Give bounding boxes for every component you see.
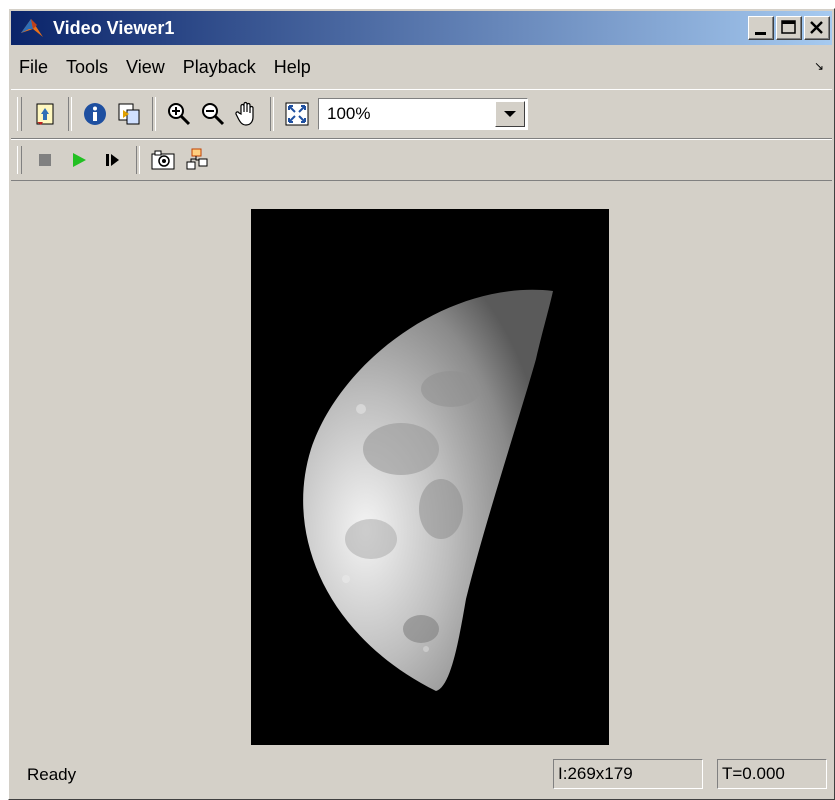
menu-file[interactable]: File — [11, 57, 58, 78]
pan-hand-icon — [235, 101, 254, 126]
time-value: T=0.000 — [722, 764, 785, 783]
toolbar-separator — [68, 97, 72, 131]
minimize-icon — [755, 32, 766, 35]
stop-button[interactable] — [28, 143, 62, 177]
zoom-level-value: 100% — [327, 104, 371, 123]
snapshot-button[interactable] — [146, 143, 180, 177]
snapshot-icon — [151, 150, 175, 170]
stop-icon — [39, 154, 51, 166]
open-in-editor-button[interactable] — [28, 97, 62, 131]
toolbar-separator — [270, 97, 274, 131]
play-button[interactable] — [62, 143, 96, 177]
zoom-in-button[interactable] — [162, 97, 196, 131]
menu-playback[interactable]: Playback — [175, 57, 266, 78]
info-button[interactable] — [78, 97, 112, 131]
toolbar-grip[interactable] — [17, 97, 22, 131]
status-bar: Ready I:269x179 T=0.000 — [11, 755, 832, 795]
zoom-level-select[interactable]: 100% — [318, 98, 528, 130]
dock-arrow-icon[interactable]: ↘ — [814, 59, 824, 73]
close-button[interactable] — [804, 16, 830, 40]
open-in-editor-icon — [36, 103, 54, 125]
menu-bar: File Tools View Playback Help ↘ — [11, 49, 832, 85]
image-info-value: I:269x179 — [558, 764, 633, 783]
fit-to-view-button[interactable] — [280, 97, 314, 131]
maximize-icon — [781, 20, 796, 34]
playback-toolbar — [11, 139, 832, 181]
zoom-out-icon — [202, 103, 225, 126]
video-frame[interactable] — [251, 209, 609, 745]
minimize-button[interactable] — [748, 16, 774, 40]
zoom-in-icon — [168, 103, 191, 126]
title-bar[interactable]: Video Viewer1 — [11, 11, 832, 45]
menu-tools[interactable]: Tools — [58, 57, 118, 78]
fit-to-view-icon — [285, 102, 309, 126]
zoom-out-button[interactable] — [196, 97, 230, 131]
zoom-dropdown-button[interactable] — [495, 101, 525, 127]
highlight-block-button[interactable] — [180, 143, 214, 177]
video-display-area[interactable] — [11, 181, 832, 749]
chevron-down-icon — [504, 111, 516, 117]
maximize-button[interactable] — [776, 16, 802, 40]
status-text: Ready — [27, 765, 77, 784]
export-button[interactable] — [112, 97, 146, 131]
matlab-logo-icon — [21, 19, 43, 37]
time-field: T=0.000 — [717, 759, 827, 789]
main-toolbar: 100% — [11, 89, 832, 139]
play-icon — [73, 153, 86, 167]
step-forward-icon — [106, 154, 119, 166]
highlight-block-icon — [186, 148, 208, 170]
close-icon — [810, 21, 823, 34]
toolbar-separator — [136, 146, 140, 174]
pan-button[interactable] — [230, 97, 264, 131]
menu-view[interactable]: View — [118, 57, 175, 78]
moon-image — [303, 289, 553, 691]
image-info-field: I:269x179 — [553, 759, 703, 789]
toolbar-separator — [152, 97, 156, 131]
menu-help[interactable]: Help — [266, 57, 321, 78]
window-title: Video Viewer1 — [53, 17, 175, 38]
video-viewer-window: Video Viewer1 File Tools View Playback H… — [8, 8, 835, 800]
info-icon — [84, 103, 106, 125]
toolbar-grip[interactable] — [17, 146, 22, 174]
export-icon — [118, 103, 140, 125]
step-forward-button[interactable] — [96, 143, 130, 177]
